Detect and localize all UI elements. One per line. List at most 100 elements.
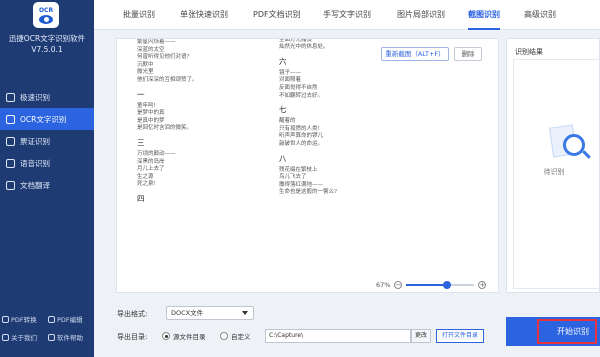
about-link[interactable]: 关于我们 bbox=[2, 332, 48, 342]
zoom-in-icon[interactable]: + bbox=[478, 281, 487, 289]
lightning-icon bbox=[6, 92, 15, 102]
zoom-slider-handle[interactable] bbox=[443, 281, 452, 289]
app-version: V7.5.0.1 bbox=[31, 45, 63, 54]
sidebar-item-ticket[interactable]: 票证识别 bbox=[0, 130, 94, 152]
poem-line: 他们深深的互相颂赞了。 bbox=[137, 76, 198, 83]
logo-text: OCR bbox=[38, 6, 54, 14]
recapture-button[interactable]: 重新截图（ALT+F） bbox=[381, 47, 449, 61]
poem-line: 万顷的颠动—— bbox=[137, 150, 176, 157]
tab-single-quick[interactable]: 单张快速识别 bbox=[180, 0, 228, 30]
app-name: 迅捷OCR文字识别软件 V7.5.0.1 bbox=[0, 33, 94, 55]
poem-line: 是回忆时含泪的微笑。 bbox=[137, 125, 193, 132]
export-dir-label: 导出目录: bbox=[117, 333, 148, 341]
sidebar-item-voice[interactable]: 语音识别 bbox=[0, 152, 94, 174]
link-label: 软件帮助 bbox=[57, 334, 83, 342]
tab-batch[interactable]: 批量识别 bbox=[123, 0, 155, 30]
poem-line: 鸟儿飞去了 bbox=[279, 174, 307, 181]
tab-advanced[interactable]: 高级识别 bbox=[524, 0, 556, 30]
sidebar-item-speed[interactable]: 极速识别 bbox=[0, 86, 94, 108]
result-panel: 识别结果 待识别 bbox=[506, 38, 600, 293]
sidebar-item-ocr[interactable]: OCR文字识别 bbox=[0, 108, 94, 130]
translate-icon bbox=[6, 180, 15, 190]
sidebar-item-label: 极速识别 bbox=[20, 92, 50, 102]
poem-line: 月儿上去了 bbox=[137, 166, 165, 173]
help-icon bbox=[48, 333, 55, 341]
link-label: PDF转换 bbox=[11, 316, 37, 324]
export-format-value: DOCX文件 bbox=[171, 309, 204, 317]
ocr-scan-icon bbox=[6, 114, 15, 124]
poem-line: 不如翻转过去好。 bbox=[279, 92, 324, 99]
app-logo: OCR bbox=[33, 2, 59, 28]
sidebar-nav: 极速识别 OCR文字识别 票证识别 语音识别 文档翻译 bbox=[0, 86, 94, 196]
radio-icon bbox=[220, 332, 228, 340]
tab-handwriting[interactable]: 手写文字识别 bbox=[323, 0, 371, 30]
info-icon bbox=[2, 333, 9, 341]
help-link[interactable]: 软件帮助 bbox=[48, 332, 94, 342]
chevron-down-icon bbox=[242, 311, 248, 315]
sidebar-item-label: 语音识别 bbox=[20, 158, 50, 168]
document-image: 繁星闪烁着—— 深蓝的太空 何曾听得见他们对语? 沉默中 微光里 他们深深的互相颂赞了。一… bbox=[117, 39, 377, 276]
sidebar: OCR 迅捷OCR文字识别软件 V7.5.0.1 极速识别 OCR文字识别 票证… bbox=[0, 0, 94, 357]
poem-line: 微光里 bbox=[137, 69, 154, 76]
link-label: 关于我们 bbox=[11, 334, 37, 342]
tab-pdf[interactable]: PDF文档识别 bbox=[253, 0, 301, 30]
poem-line: 听声声算命的锣儿 bbox=[279, 133, 324, 140]
radio-label: 自定义 bbox=[231, 333, 251, 341]
poem-section-number: 七 bbox=[279, 105, 287, 115]
poem-line: 敲破世人的命运。 bbox=[279, 140, 324, 147]
poem-column-right: 小孩子的花园里面灯光黯淡灿然光中的休息处。六镜子——对面照着反面觉得不自然不如翻… bbox=[279, 39, 377, 197]
open-folder-button[interactable]: 打开文件目录 bbox=[436, 329, 484, 343]
radio-icon bbox=[162, 332, 170, 340]
zoom-control: 67% − + bbox=[376, 279, 487, 291]
poem-line: 繁星闪烁着—— bbox=[137, 39, 176, 45]
mode-tabs: 批量识别 单张快速识别 PDF文档识别 手写文字识别 图片局部识别 截图识别 高… bbox=[94, 0, 600, 30]
tab-partial-image[interactable]: 图片局部识别 bbox=[397, 0, 445, 30]
sidebar-item-label: OCR文字识别 bbox=[20, 114, 67, 124]
ticket-icon bbox=[6, 136, 15, 146]
zoom-slider[interactable] bbox=[406, 281, 475, 289]
export-path-field[interactable]: C:\Capture\ bbox=[265, 329, 411, 343]
poem-line: 深黑的岛岸 bbox=[137, 158, 165, 165]
poem-section-number: 一 bbox=[137, 89, 145, 99]
radio-source-dir[interactable]: 源文件目录 bbox=[162, 331, 206, 341]
poem-line: 残花缀在繁枝上 bbox=[279, 166, 318, 173]
zoom-out-icon[interactable]: − bbox=[394, 281, 403, 289]
poem-line: 醒着的 bbox=[279, 118, 296, 125]
radio-label: 源文件目录 bbox=[173, 333, 206, 341]
zoom-slider-fill bbox=[406, 284, 448, 286]
poem-section-number: 八 bbox=[279, 153, 287, 163]
sidebar-item-label: 票证识别 bbox=[20, 136, 50, 146]
poem-section-number: 四 bbox=[137, 193, 145, 203]
tab-screenshot[interactable]: 截图识别 bbox=[468, 0, 500, 30]
export-format-label: 导出格式: bbox=[117, 310, 148, 318]
zoom-percent: 67% bbox=[376, 281, 391, 289]
poem-column-left: 繁星闪烁着—— 深蓝的太空 何曾听得见他们对语? 沉默中 微光里 他们深深的互相颂赞了。一… bbox=[137, 39, 247, 207]
poem-section-number: 六 bbox=[279, 56, 287, 66]
pdf-convert-link[interactable]: PDF转换 bbox=[2, 314, 48, 324]
highlight-box bbox=[537, 319, 597, 344]
poem-line: 灿然光中的休息处。 bbox=[279, 44, 329, 51]
poem-section-number: 三 bbox=[137, 137, 145, 147]
poem-line: 反面觉得不自然 bbox=[279, 84, 318, 91]
result-title: 识别结果 bbox=[515, 48, 543, 56]
poem-line: 何曾听得见他们对语? bbox=[137, 54, 190, 61]
pdf-convert-icon bbox=[2, 315, 9, 323]
search-document-icon bbox=[543, 122, 595, 164]
pdf-edit-icon bbox=[48, 315, 55, 323]
change-path-button[interactable]: 更改 bbox=[411, 329, 431, 343]
result-pending-text: 待识别 bbox=[543, 168, 565, 176]
bottom-links: PDF转换 PDF编辑 关于我们 软件帮助 bbox=[2, 314, 94, 342]
delete-button[interactable]: 删除 bbox=[454, 47, 482, 61]
microphone-icon bbox=[6, 158, 15, 168]
sidebar-item-translate[interactable]: 文档翻译 bbox=[0, 174, 94, 196]
link-label: PDF编辑 bbox=[57, 316, 83, 324]
pdf-edit-link[interactable]: PDF编辑 bbox=[48, 314, 94, 324]
poem-line: 生命也是这般的一瞥么? bbox=[279, 189, 337, 196]
sidebar-item-label: 文档翻译 bbox=[20, 180, 50, 190]
eye-icon bbox=[39, 14, 53, 24]
export-format-select[interactable]: DOCX文件 bbox=[166, 306, 254, 320]
poem-line: 对面照着 bbox=[279, 77, 302, 84]
app-title: 迅捷OCR文字识别软件 bbox=[8, 34, 86, 43]
poem-line: 死之泉! bbox=[137, 181, 156, 188]
radio-custom-dir[interactable]: 自定义 bbox=[220, 331, 251, 341]
